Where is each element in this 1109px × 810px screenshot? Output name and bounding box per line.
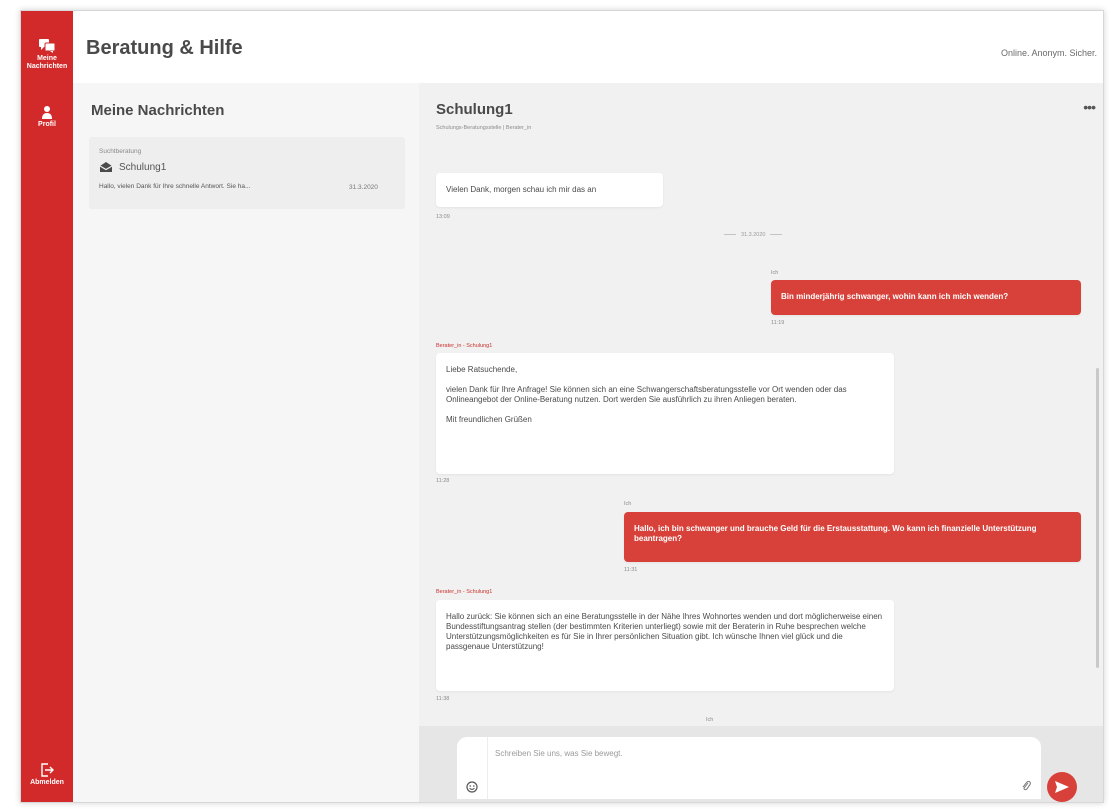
own-message-bubble: Hallo, ich bin schwanger und brauche Gel… [624,512,1081,562]
message-bubble: Hallo zurück: Sie können sich an eine Be… [436,600,894,691]
sidebar-item-label: Profil [38,121,56,128]
app-title: Beratung & Hilfe [86,37,243,59]
date-separator-label: 31.3.2020 [741,232,766,238]
date-separator: 31.3.2020 [719,232,787,238]
emoji-icon[interactable] [466,781,478,793]
message-text: Liebe Ratsuchende, [446,365,518,374]
chat-subtitle: Schulungs-Beratungsstelle | Berater_in [436,125,532,131]
conversation-preview: Hallo, vielen Dank für Ihre schnelle Ant… [99,183,251,190]
sidebar: Meine Nachrichten Profil Abmelden [21,11,73,802]
message-text: Bin minderjährig schwanger, wohin kann i… [781,292,1009,301]
app-window: Meine Nachrichten Profil Abmelden Beratu… [20,10,1104,803]
message-sender: Ich [624,501,632,507]
message-sender: Berater_in - Schulung1 [436,589,493,595]
sidebar-item-profile[interactable]: Profil [21,105,73,129]
conversation-list-panel: Meine Nachrichten Suchtberatung Schulung… [73,83,419,802]
messages-icon [39,39,55,53]
header-claim: Online. Anonym. Sicher. [1000,48,1097,58]
chat-title: Schulung1 [436,101,513,118]
message-bubble: Vielen Dank, morgen schau ich mir das an [436,173,663,207]
message-time: 11:31 [624,567,638,573]
message-time: 11:19 [771,320,785,326]
message-sender: Berater_in - Schulung1 [436,343,493,349]
message-composer: Schreiben Sie uns, was Sie bewegt. [419,726,1103,802]
conversation-name: Schulung1 [119,162,167,173]
app-header: Beratung & Hilfe Online. Anonym. Sicher. [73,11,1103,83]
chat-menu-button[interactable]: ••• [1083,99,1096,115]
envelope-open-icon [99,162,113,172]
logout-icon [41,763,54,777]
message-bubble: Liebe Ratsuchende, vielen Dank für Ihre … [436,353,894,474]
message-text: Hallo zurück: Sie können sich an eine Be… [446,612,883,651]
sidebar-item-label: Abmelden [30,779,64,786]
sidebar-item-messages[interactable]: Meine Nachrichten [21,39,73,71]
conversation-topic: Suchtberatung [99,148,142,155]
message-sender: Ich [706,717,714,723]
conversation-date: 31.3.2020 [349,184,378,191]
message-text: Vielen Dank, morgen schau ich mir das an [446,185,597,194]
message-text: Hallo, ich bin schwanger und brauche Gel… [634,524,1037,543]
sidebar-item-label: Meine Nachrichten [26,55,68,70]
list-title: Meine Nachrichten [91,102,225,119]
chat-scrollbar[interactable] [1096,368,1099,668]
chat-panel: Schulung1 Schulungs-Beratungsstelle | Be… [419,83,1103,802]
message-input-box: Schreiben Sie uns, was Sie bewegt. [457,737,1041,799]
send-button[interactable] [1047,772,1077,802]
message-input[interactable]: Schreiben Sie uns, was Sie bewegt. [495,749,623,758]
conversation-list-item[interactable]: Suchtberatung Schulung1 Hallo, vielen Da… [89,137,405,209]
logout-button[interactable]: Abmelden [21,763,73,787]
message-time: 11:38 [436,696,450,702]
message-time: 11:28 [436,478,450,484]
paperclip-icon[interactable] [1021,780,1031,792]
message-text: Mit freundlichen Grüßen [446,415,532,424]
message-sender: Ich [771,270,779,276]
send-icon [1055,781,1069,793]
message-text: vielen Dank für Ihre Anfrage! Sie können… [446,385,847,404]
message-time: 13:09 [436,214,450,220]
profile-icon [42,106,52,119]
own-message-bubble: Bin minderjährig schwanger, wohin kann i… [771,280,1081,315]
